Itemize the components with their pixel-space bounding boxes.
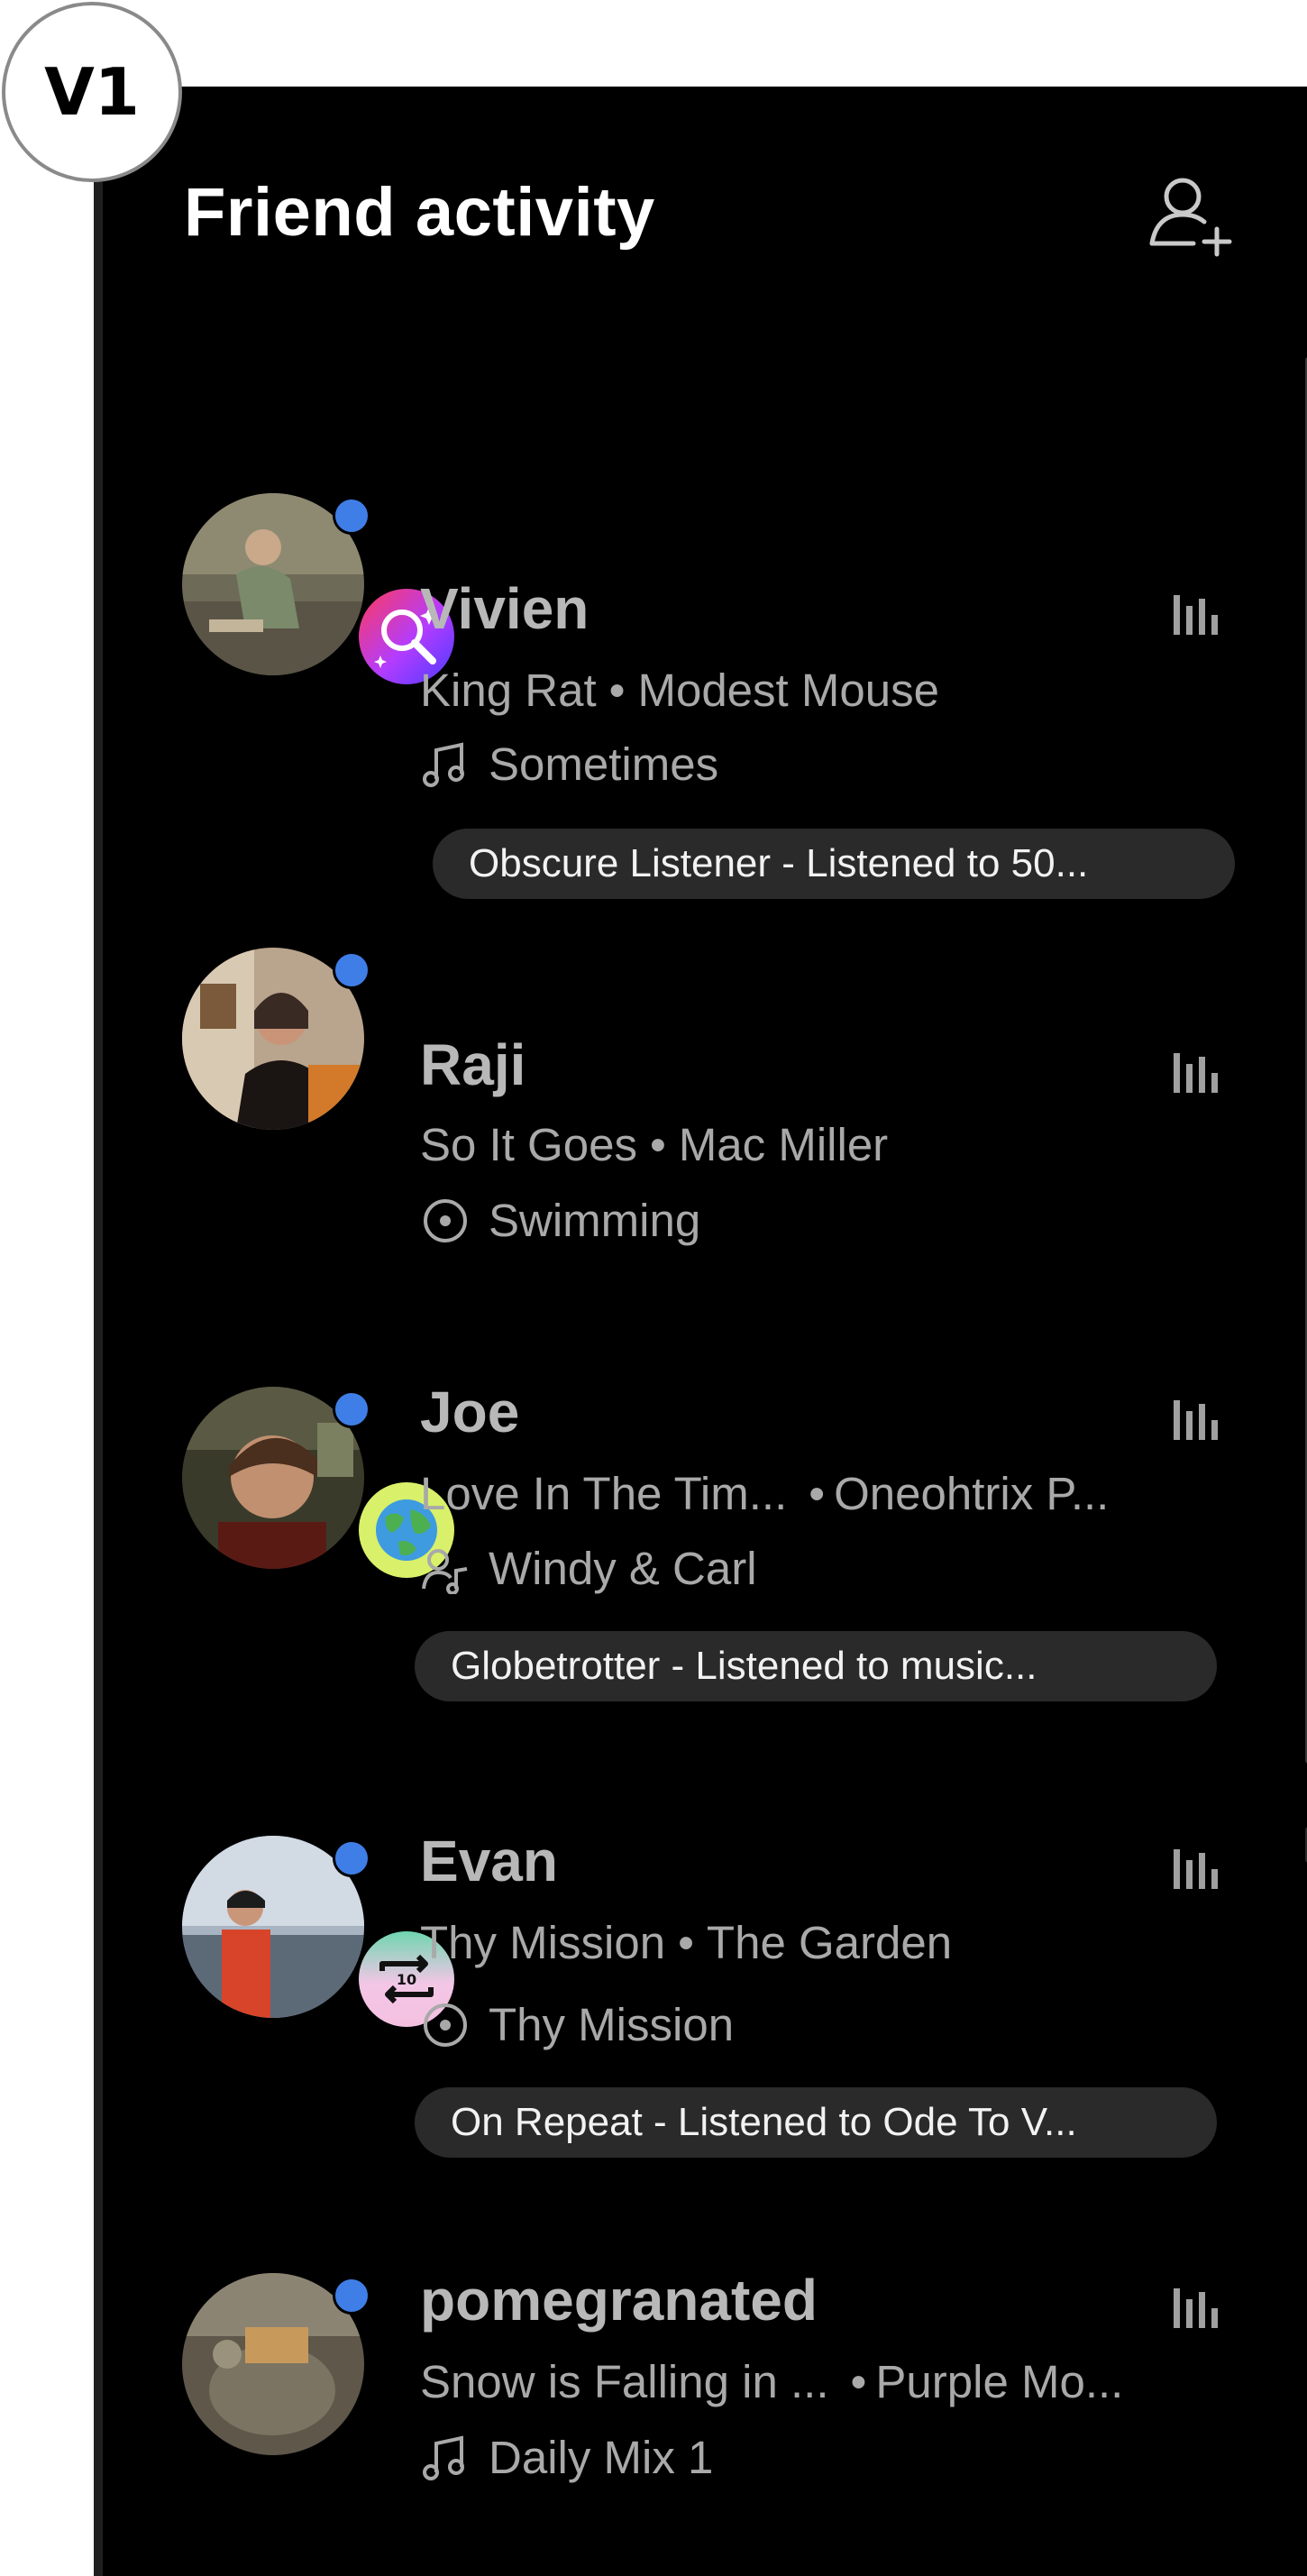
album-disc-icon xyxy=(424,2003,467,2047)
separator: • xyxy=(649,1119,666,1170)
context-line[interactable]: Sometimes xyxy=(420,738,718,791)
online-indicator xyxy=(333,1390,370,1428)
context-name[interactable]: Sometimes xyxy=(489,738,718,791)
friend-name[interactable]: pomegranated xyxy=(420,2267,818,2333)
context-name[interactable]: Daily Mix 1 xyxy=(489,2431,713,2484)
friend-avatar-wrap xyxy=(182,2273,370,2455)
album-disc-icon xyxy=(424,1198,467,1242)
music-note-icon xyxy=(423,2435,464,2480)
friend-avatar-wrap: 10 xyxy=(182,1836,454,2027)
track-line: Snow is Falling in ... • Purple Mo... xyxy=(420,2355,1123,2408)
song-title[interactable]: Snow is Falling in ... xyxy=(420,2355,829,2408)
friend-name[interactable]: Evan xyxy=(420,1828,558,1894)
online-indicator xyxy=(333,1839,370,1877)
equalizer-icon xyxy=(1174,1400,1218,1440)
friend-activity-panel: Friend activity Vivien King Rat • Modest… xyxy=(94,87,1307,2576)
artist-name[interactable]: Modest Mouse xyxy=(637,664,939,717)
achievement-pill[interactable]: Obscure Listener - Listened to 50... xyxy=(433,829,1235,899)
artist-name[interactable]: Purple Mo... xyxy=(875,2355,1123,2408)
track-line: Love In The Tim... • Oneohtrix P... xyxy=(420,1467,1109,1520)
add-friend-icon[interactable] xyxy=(1147,170,1237,260)
song-title[interactable]: King Rat xyxy=(420,664,597,717)
version-label: V1 xyxy=(44,54,140,130)
artist-name[interactable]: The Garden xyxy=(707,1916,952,1969)
online-indicator xyxy=(333,951,370,989)
friend-avatar-wrap xyxy=(182,948,370,1130)
panel-title: Friend activity xyxy=(184,174,655,251)
achievement-pill[interactable]: Globetrotter - Listened to music... xyxy=(415,1631,1217,1701)
version-badge: V1 xyxy=(2,2,182,182)
achievement-pill[interactable]: On Repeat - Listened to Ode To V... xyxy=(415,2087,1217,2158)
artist-name[interactable]: Oneohtrix P... xyxy=(834,1467,1109,1520)
artist-icon xyxy=(422,1548,468,1594)
music-note-icon xyxy=(423,742,464,787)
context-name[interactable]: Windy & Carl xyxy=(489,1542,757,1595)
separator: • xyxy=(809,1468,826,1519)
artist-name[interactable]: Mac Miller xyxy=(679,1118,888,1171)
song-title[interactable]: Love In The Tim... xyxy=(420,1467,787,1520)
context-line[interactable]: Windy & Carl xyxy=(420,1542,757,1595)
context-name[interactable]: Thy Mission xyxy=(489,1998,734,2051)
context-line[interactable]: Thy Mission xyxy=(420,1998,734,2051)
context-line[interactable]: Swimming xyxy=(420,1194,700,1247)
song-title[interactable]: So It Goes xyxy=(420,1118,637,1171)
track-line: King Rat • Modest Mouse xyxy=(420,664,939,717)
separator: • xyxy=(678,1917,694,1968)
friend-name[interactable]: Raji xyxy=(420,1031,526,1098)
friend-avatar-wrap xyxy=(182,1387,454,1578)
repeat-count: 10 xyxy=(397,1971,416,1988)
equalizer-icon xyxy=(1174,1053,1218,1093)
friend-name[interactable]: Joe xyxy=(420,1379,519,1445)
context-line[interactable]: Daily Mix 1 xyxy=(420,2431,713,2484)
track-line: Thy Mission • The Garden xyxy=(420,1916,952,1969)
track-line: So It Goes • Mac Miller xyxy=(420,1118,888,1171)
separator: • xyxy=(850,2356,867,2407)
equalizer-icon xyxy=(1174,2288,1218,2328)
equalizer-icon xyxy=(1174,1849,1218,1889)
equalizer-icon xyxy=(1174,595,1218,635)
friend-avatar-wrap xyxy=(182,493,454,684)
context-name[interactable]: Swimming xyxy=(489,1194,700,1247)
separator: • xyxy=(608,665,626,716)
friend-name[interactable]: Vivien xyxy=(420,575,589,642)
online-indicator xyxy=(333,2277,370,2315)
online-indicator xyxy=(333,497,370,535)
song-title[interactable]: Thy Mission xyxy=(420,1916,665,1969)
